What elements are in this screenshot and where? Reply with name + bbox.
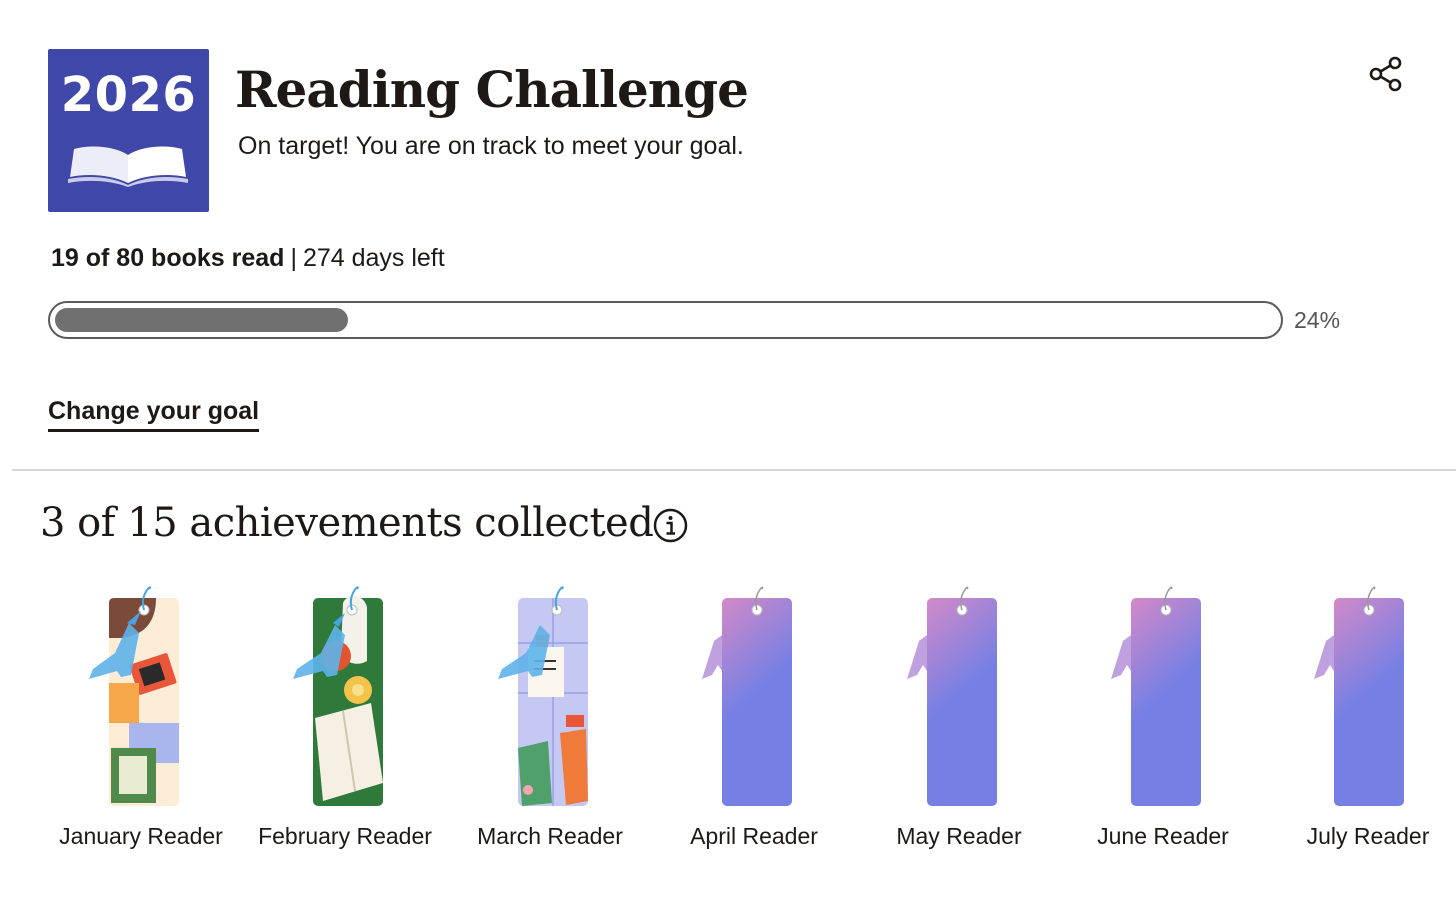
achievement-label: February Reader bbox=[258, 823, 432, 849]
days-left: 274 days left bbox=[302, 244, 445, 272]
march-bookmark-icon bbox=[498, 586, 588, 806]
achievement-march-reader[interactable]: March Reader bbox=[448, 583, 652, 855]
achievements-title: 3 of 15 achievements collected bbox=[40, 500, 654, 546]
achievement-february-reader[interactable]: February Reader bbox=[243, 583, 447, 855]
progress-summary: 19 of 80 books read | 274 days left bbox=[51, 244, 445, 273]
achievement-label: April Reader bbox=[690, 823, 818, 849]
achievement-april-reader[interactable]: April Reader bbox=[652, 583, 856, 855]
locked-bookmark-icon bbox=[1314, 586, 1404, 806]
achievement-label: May Reader bbox=[896, 823, 1022, 849]
page-title: Reading Challenge bbox=[235, 60, 749, 119]
progress-separator: | bbox=[290, 244, 297, 272]
badge-year: 2026 bbox=[60, 67, 197, 123]
books-read-count: 19 of 80 books read bbox=[51, 244, 285, 272]
achievement-label: January Reader bbox=[59, 823, 223, 849]
locked-bookmark-icon bbox=[907, 586, 997, 806]
open-book-icon bbox=[68, 146, 188, 187]
january-bookmark-icon bbox=[89, 586, 179, 806]
achievement-january-reader[interactable]: January Reader bbox=[39, 583, 243, 855]
achievement-label: July Reader bbox=[1306, 823, 1430, 849]
achievement-label: March Reader bbox=[477, 823, 623, 849]
progress-bar-fill bbox=[55, 308, 348, 332]
locked-bookmark-icon bbox=[702, 586, 792, 806]
february-bookmark-icon bbox=[293, 586, 383, 806]
section-divider bbox=[12, 469, 1456, 471]
achievements-info-button[interactable] bbox=[653, 508, 688, 543]
achievement-may-reader[interactable]: May Reader bbox=[857, 583, 1061, 855]
achievement-july-reader[interactable]: July Reader bbox=[1232, 583, 1436, 855]
share-button[interactable] bbox=[1366, 54, 1406, 94]
share-icon bbox=[1369, 56, 1402, 92]
progress-percent: 24% bbox=[1294, 307, 1341, 333]
status-message: On target! You are on track to meet your… bbox=[238, 132, 744, 160]
change-goal-link[interactable]: Change your goal bbox=[48, 397, 260, 432]
progress-bar bbox=[48, 301, 1283, 339]
challenge-year-badge: 2026 bbox=[48, 49, 209, 212]
info-icon bbox=[653, 508, 688, 543]
